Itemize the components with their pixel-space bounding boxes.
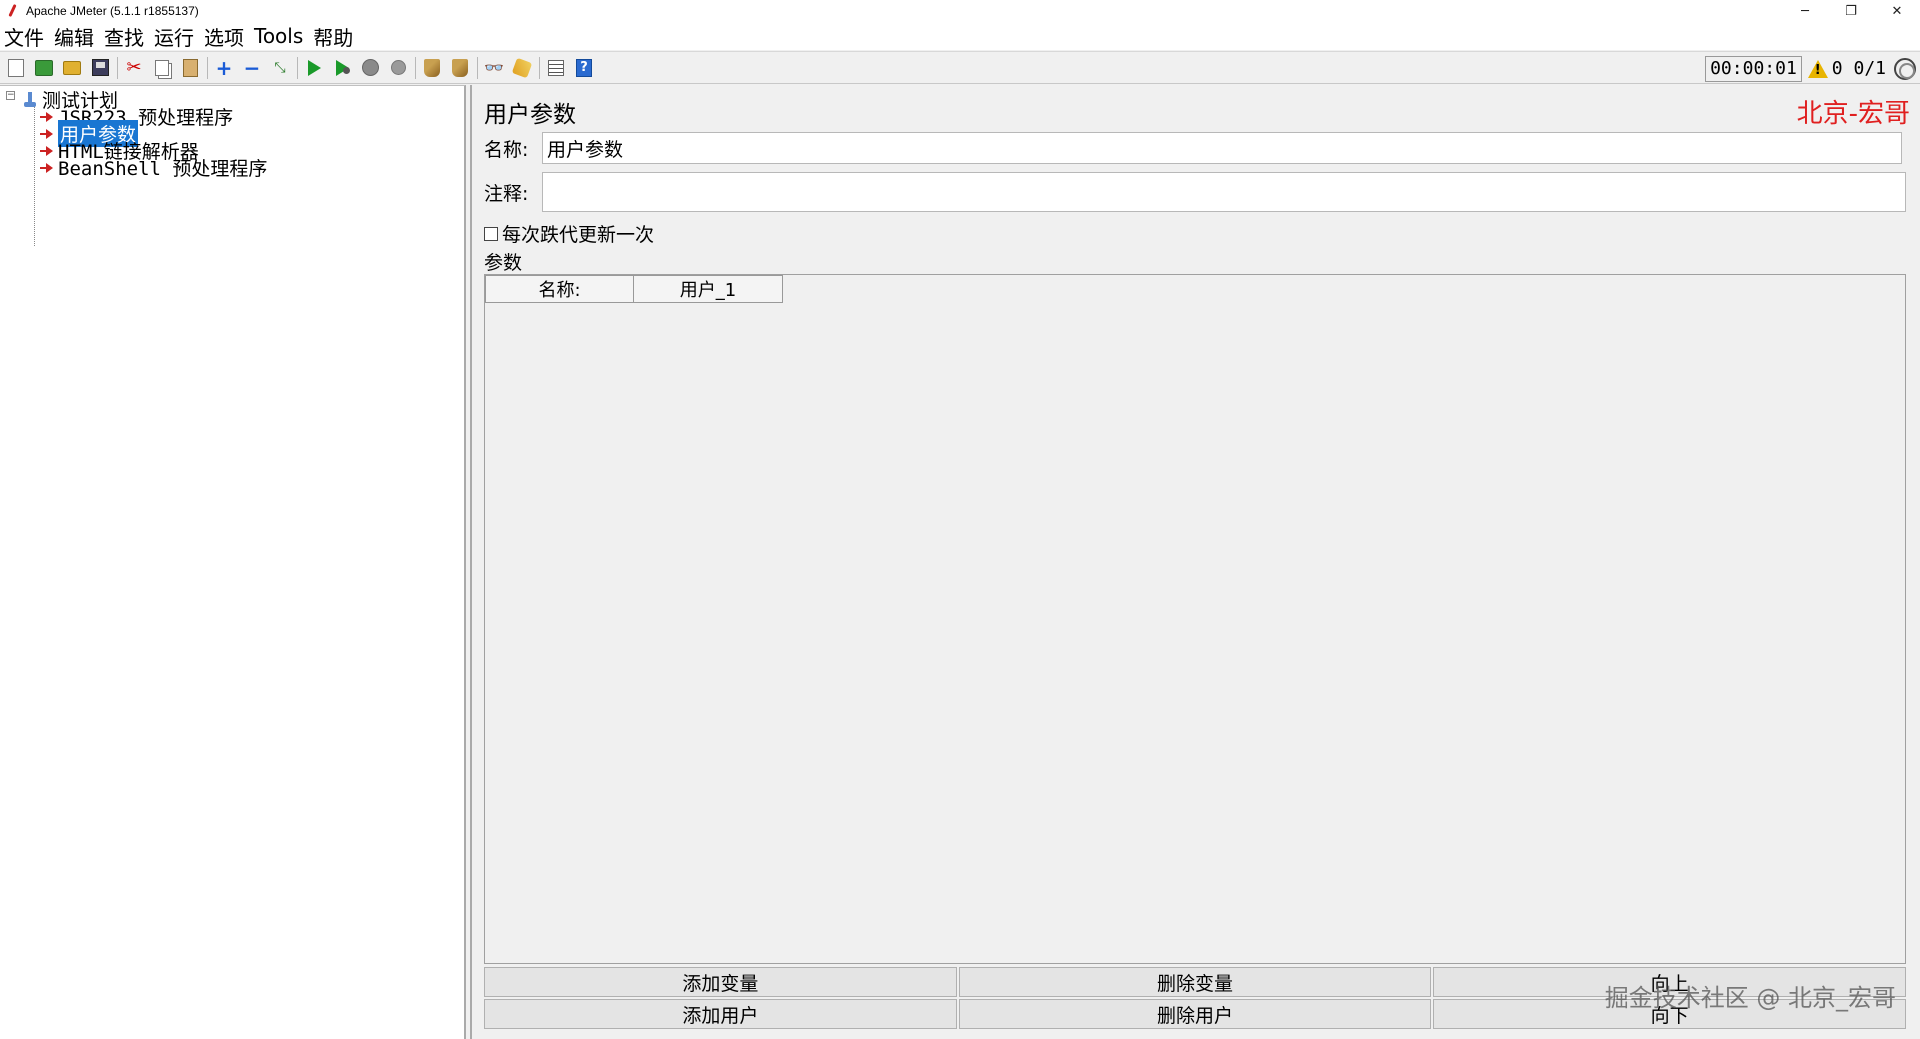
minus-icon: − — [243, 55, 261, 80]
reset-search-button[interactable] — [511, 57, 533, 79]
toggle-wand-icon: ⤡ — [274, 59, 286, 76]
save-button[interactable] — [89, 57, 111, 79]
new-button[interactable] — [5, 57, 27, 79]
tree-node-beanshell[interactable]: BeanShell 预处理程序 — [40, 154, 267, 181]
update-once-checkbox[interactable] — [484, 226, 498, 241]
test-plan-tree[interactable]: − 测试计划 JSR223 预处理程序 用户参数 HTML链接解析器 BeanS… — [0, 85, 466, 1039]
menu-edit[interactable]: 编辑 — [54, 22, 94, 51]
folder-open-icon — [63, 60, 81, 75]
list-icon — [548, 59, 564, 76]
shutdown-button[interactable] — [387, 57, 409, 79]
menu-help[interactable]: 帮助 — [313, 22, 353, 51]
templates-button[interactable] — [33, 57, 55, 79]
remote-status-icon — [1894, 57, 1916, 80]
element-panel: 用户参数 北京-宏哥 名称: 注释: 每次跌代更新一次 参数 名称: 用户_1 … — [470, 85, 1920, 1039]
new-file-icon — [8, 58, 24, 77]
binoculars-icon: 👓 — [484, 58, 504, 77]
minimize-icon[interactable]: ─ — [1782, 0, 1828, 22]
brand-watermark: 北京-宏哥 — [1796, 99, 1910, 129]
parameters-table[interactable]: 名称: 用户_1 — [484, 274, 1906, 964]
start-button[interactable] — [303, 57, 325, 79]
comment-row: 注释: — [484, 172, 1906, 212]
add-user-button[interactable]: 添加用户 — [484, 999, 957, 1029]
jmeter-feather-icon — [6, 4, 20, 18]
comment-label: 注释: — [484, 182, 529, 205]
menu-file[interactable]: 文件 — [4, 22, 44, 51]
toolbar-separator — [539, 56, 540, 79]
shutdown-icon — [390, 60, 406, 75]
toolbar-separator — [117, 56, 118, 79]
close-icon[interactable]: ✕ — [1874, 0, 1920, 22]
stop-icon — [361, 59, 379, 76]
toolbar: ✂ + − ⤡ 👓 ? 00:00:01 0 0/1 — [0, 51, 1920, 84]
update-once-per-iteration[interactable]: 每次跌代更新一次 — [484, 220, 654, 247]
tree-connector — [34, 106, 35, 246]
comment-input[interactable] — [542, 172, 1906, 212]
test-plan-icon — [24, 91, 36, 108]
menu-options[interactable]: 选项 — [204, 22, 244, 51]
save-disk-icon — [91, 59, 109, 76]
warning-count: 0 0/1 — [1831, 58, 1886, 79]
add-variable-button[interactable]: 添加变量 — [484, 967, 957, 997]
column-header-user-1[interactable]: 用户_1 — [633, 275, 783, 303]
broom-all-icon — [452, 58, 468, 77]
clipboard-icon — [182, 58, 198, 77]
name-row: 名称: — [484, 132, 1902, 164]
panel-title: 用户参数 — [484, 102, 576, 128]
thread-count: 0/1 — [1853, 58, 1886, 79]
delete-variable-button[interactable]: 删除变量 — [958, 967, 1432, 997]
templates-icon — [35, 59, 53, 76]
juejin-watermark: 掘金技术社区 @ 北京_宏哥 — [1604, 984, 1896, 1012]
delete-user-button[interactable]: 删除用户 — [958, 999, 1432, 1029]
window-controls: ─ ❐ ✕ — [1782, 0, 1920, 22]
reset-broom-icon — [511, 57, 533, 78]
clear-button[interactable] — [421, 57, 443, 79]
help-button[interactable]: ? — [573, 57, 595, 79]
scissors-icon: ✂ — [126, 57, 142, 78]
menu-bar: 文件 编辑 查找 运行 选项 Tools 帮助 — [0, 22, 1920, 50]
toolbar-separator — [477, 56, 478, 79]
window-title: Apache JMeter (5.1.1 r1855137) — [26, 4, 199, 18]
copy-icon — [155, 59, 169, 76]
update-once-label: 每次跌代更新一次 — [502, 224, 655, 246]
broom-icon — [424, 58, 440, 77]
paste-button[interactable] — [179, 57, 201, 79]
cut-button[interactable]: ✂ — [123, 57, 145, 79]
tree-node-label: BeanShell 预处理程序 — [58, 158, 268, 180]
menu-run[interactable]: 运行 — [154, 22, 194, 51]
name-label: 名称: — [484, 138, 529, 161]
expand-all-button[interactable]: + — [213, 55, 235, 80]
function-helper-button[interactable] — [545, 57, 567, 79]
start-no-timers-button[interactable] — [331, 57, 353, 79]
toggle-button[interactable]: ⤡ — [269, 57, 291, 79]
column-header-name[interactable]: 名称: — [485, 275, 634, 303]
title-bar: Apache JMeter (5.1.1 r1855137) ─ ❐ ✕ — [0, 0, 1920, 22]
status-area: 00:00:01 0 0/1 — [1705, 52, 1920, 85]
help-icon: ? — [576, 58, 592, 77]
play-no-pause-icon — [335, 59, 349, 76]
toolbar-separator — [415, 56, 416, 79]
stop-button[interactable] — [359, 57, 381, 79]
restore-icon[interactable]: ❐ — [1828, 0, 1874, 22]
name-input[interactable] — [542, 132, 1902, 164]
toolbar-separator — [297, 56, 298, 79]
preprocessor-icon — [40, 161, 54, 175]
plus-icon: + — [215, 55, 233, 80]
parameters-label: 参数 — [484, 252, 523, 274]
open-button[interactable] — [61, 57, 83, 79]
menu-search[interactable]: 查找 — [104, 22, 144, 51]
clear-all-button[interactable] — [449, 57, 471, 79]
elapsed-timer: 00:00:01 — [1705, 55, 1802, 82]
copy-button[interactable] — [151, 57, 173, 79]
warning-icon[interactable] — [1807, 59, 1828, 78]
search-button[interactable]: 👓 — [483, 57, 505, 79]
collapse-all-button[interactable]: − — [241, 55, 263, 80]
play-icon — [307, 59, 321, 76]
collapse-toggle-icon[interactable]: − — [6, 91, 15, 100]
menu-tools[interactable]: Tools — [254, 24, 303, 48]
toolbar-separator — [207, 56, 208, 79]
